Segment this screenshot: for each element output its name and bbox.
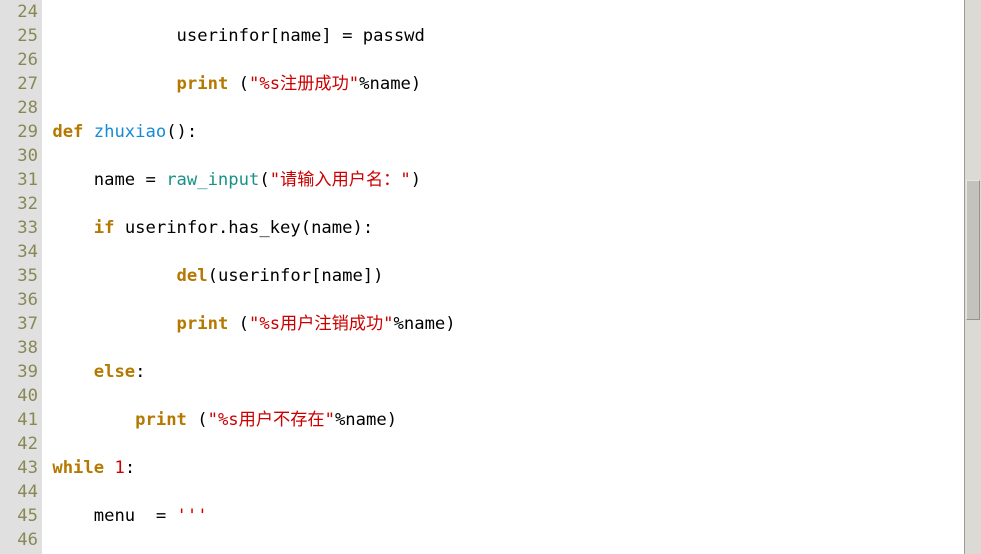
line-number: 41 [0, 408, 38, 432]
line-number: 29 [0, 120, 38, 144]
code-line: userinfor[name] = passwd [42, 24, 964, 48]
code-line: name = raw_input("请输入用户名：") [42, 168, 964, 192]
line-number: 40 [0, 384, 38, 408]
code-line: else: [42, 360, 964, 384]
line-number: 27 [0, 72, 38, 96]
code-editor[interactable]: 24 25 26 27 28 29 30 31 32 33 34 35 36 3… [0, 0, 964, 554]
code-line: while 1: [42, 456, 964, 480]
line-number: 35 [0, 264, 38, 288]
code-line: print ("%s用户注销成功"%name) [42, 312, 964, 336]
line-number: 31 [0, 168, 38, 192]
line-number: 25 [0, 24, 38, 48]
line-number: 43 [0, 456, 38, 480]
line-number: 45 [0, 504, 38, 528]
line-number: 28 [0, 96, 38, 120]
line-number: 24 [0, 0, 38, 24]
scrollbar-thumb[interactable] [966, 180, 980, 320]
line-number: 42 [0, 432, 38, 456]
vertical-scrollbar[interactable] [964, 0, 981, 554]
code-area[interactable]: userinfor[name] = passwd print ("%s注册成功"… [42, 0, 964, 554]
line-number: 36 [0, 288, 38, 312]
line-number: 44 [0, 480, 38, 504]
line-number: 33 [0, 216, 38, 240]
code-line: menu = ''' [42, 504, 964, 528]
line-number: 34 [0, 240, 38, 264]
code-line: del(userinfor[name]) [42, 264, 964, 288]
line-number: 26 [0, 48, 38, 72]
code-line: print ("%s用户不存在"%name) [42, 408, 964, 432]
line-number: 39 [0, 360, 38, 384]
line-number: 46 [0, 528, 38, 552]
line-number: 32 [0, 192, 38, 216]
line-number: 38 [0, 336, 38, 360]
code-line: if userinfor.has_key(name): [42, 216, 964, 240]
line-number: 30 [0, 144, 38, 168]
code-line: print ("%s注册成功"%name) [42, 72, 964, 96]
line-number: 37 [0, 312, 38, 336]
code-line: def zhuxiao(): [42, 120, 964, 144]
line-number-gutter: 24 25 26 27 28 29 30 31 32 33 34 35 36 3… [0, 0, 42, 554]
